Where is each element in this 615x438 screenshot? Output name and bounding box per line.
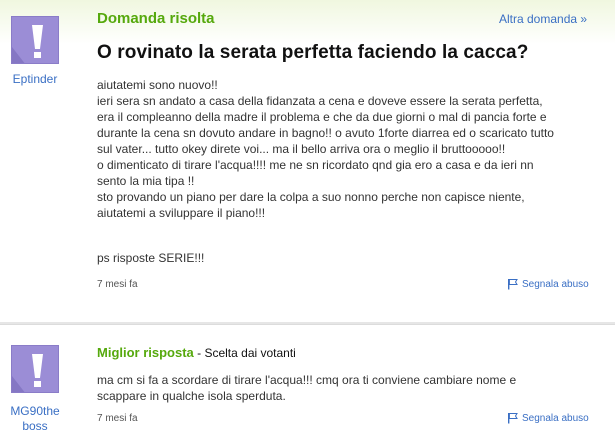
- question-report-abuse-link[interactable]: Segnala abuso: [507, 278, 589, 290]
- question-status: Domanda risolta: [97, 10, 215, 27]
- question-body-line: sto provando un piano per dare la colpa …: [97, 190, 525, 204]
- question-card: Eptinder Domanda risolta Altra domanda »…: [0, 0, 615, 312]
- best-answer-body: ma cm si fa a scordare di tirare l'acqua…: [97, 372, 577, 404]
- best-answer-heading: Miglior risposta - Scelta dai votanti: [97, 345, 296, 360]
- report-abuse-label: Segnala abuso: [522, 412, 589, 424]
- flag-icon: [508, 413, 518, 424]
- purple-exclamation-avatar-icon: [12, 346, 58, 392]
- asker-username[interactable]: Eptinder: [6, 72, 64, 87]
- answer-report-abuse-link[interactable]: Segnala abuso: [507, 412, 589, 424]
- question-body-line: era il compleanno della madre il problem…: [97, 110, 547, 124]
- flag-icon: [508, 279, 518, 290]
- question-body-line: aiutatemi sono nuovo!!: [97, 78, 218, 92]
- question-body-line: ieri sera sn andato a casa della fidanza…: [97, 94, 543, 108]
- answerer-username-line: MG90the: [10, 404, 60, 418]
- answer-body-line: ma cm si fa a scordare di tirare l'acqua…: [97, 373, 517, 387]
- question-body-line: aiutatemi a sviluppare il piano!!!: [97, 206, 266, 220]
- answerer-username-line: boss: [22, 419, 48, 433]
- best-answer-sublabel: - Scelta dai votanti: [193, 346, 296, 360]
- answerer-username[interactable]: MG90the boss: [4, 404, 66, 434]
- other-question-link[interactable]: Altra domanda »: [499, 12, 587, 26]
- section-divider: [0, 322, 615, 325]
- question-body: aiutatemi sono nuovo!! ieri sera sn anda…: [97, 77, 597, 221]
- answer-time-ago: 7 mesi fa: [97, 413, 138, 424]
- purple-exclamation-avatar-icon: [12, 17, 58, 63]
- question-time-ago: 7 mesi fa: [97, 279, 138, 290]
- answer-body-line: scappare in qualche isola sperduta.: [97, 389, 286, 403]
- question-body-line: sul vater... tutto okey direte voi... ma…: [97, 142, 506, 156]
- question-body-line: o dimenticato di tirare l'acqua!!!! me n…: [97, 158, 534, 172]
- question-body-line: sento la mia tipa !!: [97, 174, 195, 188]
- asker-avatar[interactable]: [11, 16, 59, 64]
- answerer-avatar[interactable]: [11, 345, 59, 393]
- question-title: O rovinato la serata perfetta faciendo l…: [97, 42, 529, 63]
- question-body-line: durante la cena sn dovuto andare in bagn…: [97, 126, 554, 140]
- question-ps: ps risposte SERIE!!!: [97, 251, 205, 265]
- best-answer-label: Miglior risposta: [97, 345, 194, 360]
- report-abuse-label: Segnala abuso: [522, 278, 589, 290]
